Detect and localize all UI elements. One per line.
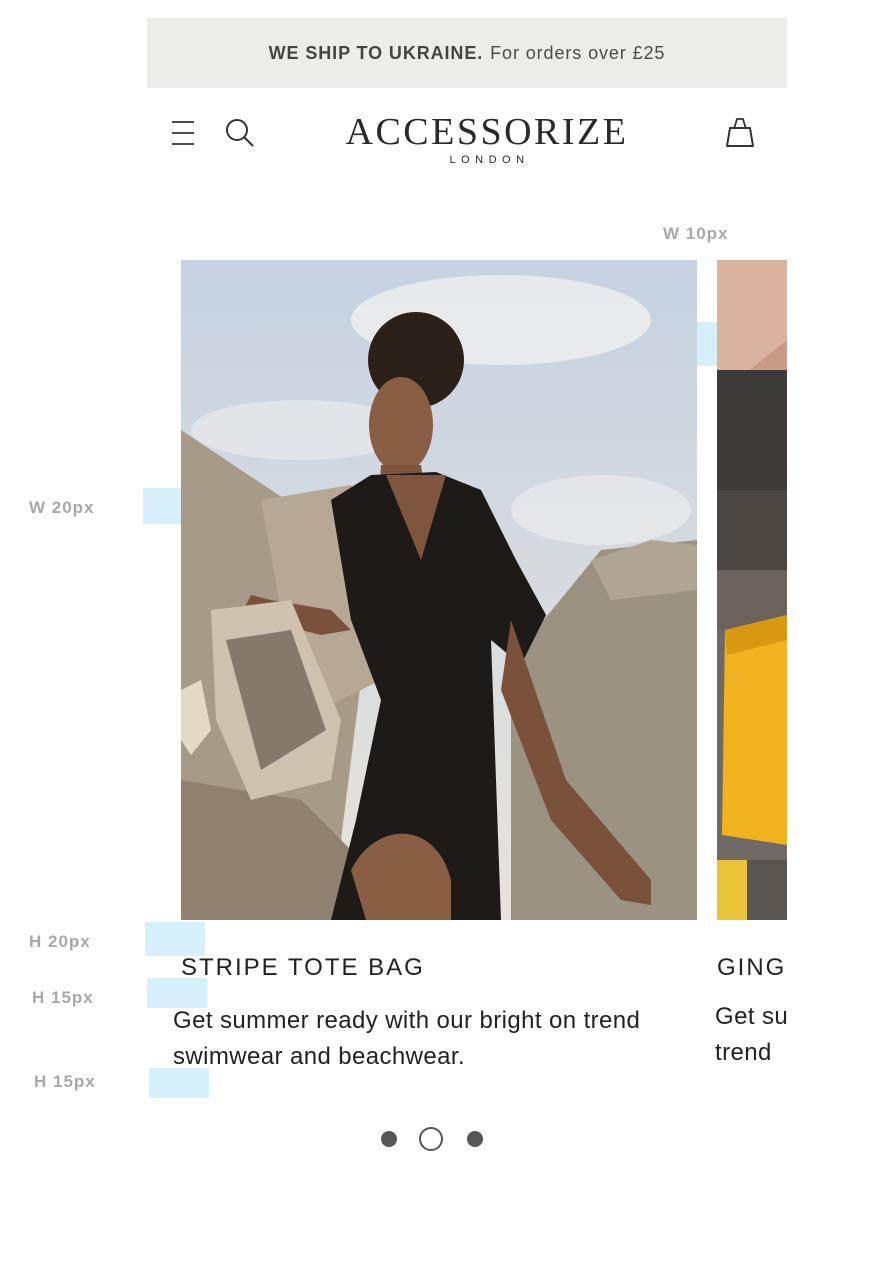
brand-logo[interactable]: ACCESSORIZE LONDON [327,112,647,166]
banner-text: For orders over £25 [490,42,666,63]
carousel-dot-3[interactable] [467,1131,483,1147]
product-description-gingham: Get summer ready with our bright on tren… [715,1003,787,1066]
banner-bold-text: WE SHIP TO UKRAINE. [268,42,484,63]
shopping-bag-icon[interactable] [725,116,755,148]
carousel-dot-2-active[interactable] [419,1127,443,1151]
product-title-gingham[interactable]: GINGHAM [717,954,787,982]
card-2-desc-clip: Get summer ready with our bright on tren… [715,999,787,1075]
logo-wordmark: ACCESSORIZE [345,111,629,153]
carousel-dot-1[interactable] [381,1131,397,1147]
product-description-stripe-tote: Get summer ready with our bright on tren… [173,1007,641,1070]
spec-label-side-width: W 20px [29,498,95,517]
product-image-gingham[interactable] [717,260,787,920]
menu-icon[interactable] [172,120,194,146]
product-image-stripe-tote[interactable] [181,260,697,920]
spec-marker-gap [697,322,717,366]
spec-marker-image-title [145,922,205,956]
spec-label-desc-bottom-gap: H 15px [34,1072,96,1091]
spec-label-image-title-gap: H 20px [29,932,91,951]
spec-label-gap-width: W 10px [663,224,729,243]
product-title-stripe-tote[interactable]: STRIPE TOTE BAG [181,954,425,982]
spec-label-title-desc-gap: H 15px [32,988,94,1007]
search-icon[interactable] [225,118,255,148]
card-2-title-clip: GINGHAM [717,950,787,990]
site-header: ACCESSORIZE LONDON [147,88,787,188]
spec-marker-side [143,488,181,524]
shipping-banner: WE SHIP TO UKRAINE. For orders over £25 [147,18,787,88]
carousel-pagination [380,1127,490,1153]
logo-subtitle: LONDON [449,154,530,166]
